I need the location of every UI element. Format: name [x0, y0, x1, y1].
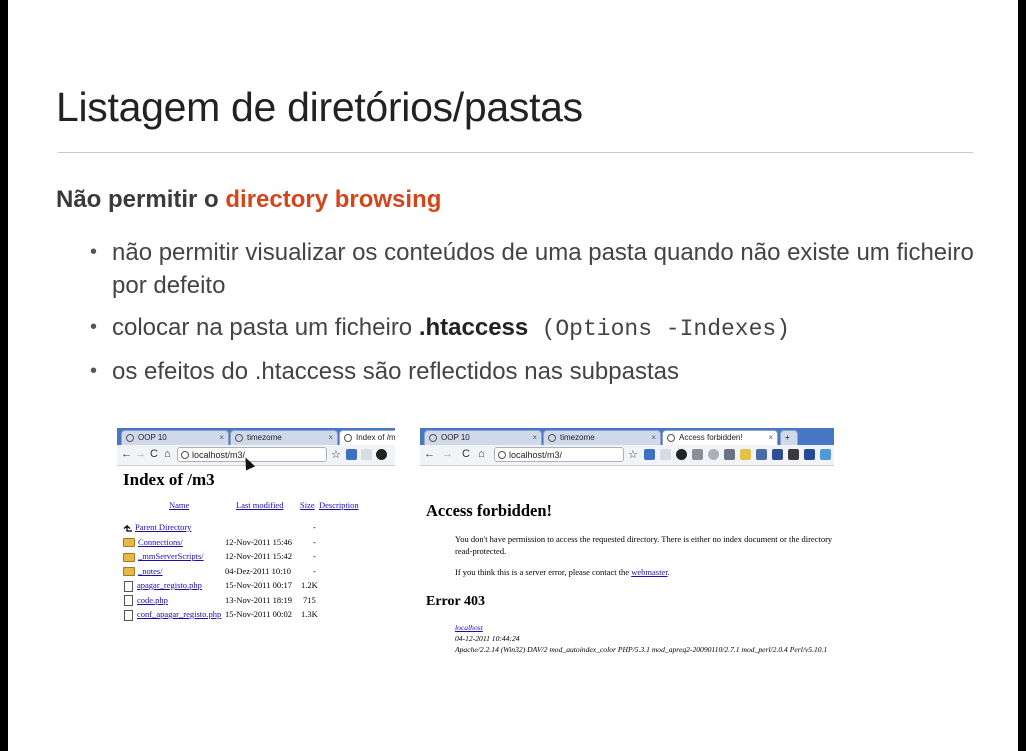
tab-strip: OOP 10× timezome× Index of /m3 [117, 428, 395, 445]
folder-icon [123, 567, 135, 577]
extension-icon[interactable] [660, 449, 671, 460]
size-column-link[interactable]: Size [300, 500, 315, 510]
htaccess-term: .htaccess [418, 314, 529, 341]
globe-icon [548, 434, 556, 442]
extension-icon[interactable] [820, 449, 831, 460]
last-modified-column-link[interactable]: Last modified [236, 500, 283, 510]
contact-message: If you think this is a server error, ple… [455, 567, 670, 577]
reload-icon[interactable]: C [150, 448, 158, 460]
globe-icon [235, 434, 243, 442]
close-icon[interactable]: × [219, 431, 224, 445]
file-link[interactable]: conf_apagar_registo.php [137, 609, 221, 619]
file-link[interactable]: code.php [137, 595, 168, 605]
star-icon[interactable]: ☆ [331, 448, 341, 461]
forward-icon[interactable]: → [442, 448, 453, 460]
tab-oop10[interactable]: OOP 10 × [424, 430, 542, 445]
file-link[interactable]: Parent Directory [135, 522, 191, 532]
extension-icon[interactable] [724, 449, 735, 460]
extension-icon[interactable] [788, 449, 799, 460]
back-icon[interactable]: ← [121, 448, 132, 460]
error-timestamp: 04-12-2011 10:44:24 [455, 634, 520, 644]
globe-icon [498, 451, 506, 459]
bullet-text: colocar na pasta um ficheiro [112, 314, 419, 341]
new-tab-button[interactable]: + [780, 430, 798, 445]
name-column-link[interactable]: Name [169, 500, 189, 510]
slide-subtitle: Não permitir o directory browsing [56, 186, 441, 214]
permission-message: You don't have permission to access the … [455, 534, 834, 556]
description-column-link[interactable]: Description [319, 500, 359, 510]
extension-icon[interactable] [804, 449, 815, 460]
extension-icon[interactable] [756, 449, 767, 460]
back-icon[interactable]: ← [424, 448, 435, 460]
webmaster-link[interactable]: webmaster [631, 567, 667, 577]
close-icon[interactable]: × [532, 431, 537, 445]
folder-icon [123, 552, 135, 562]
home-icon[interactable]: ⌂ [164, 448, 171, 460]
tab-oop10[interactable]: OOP 10 × [121, 430, 229, 445]
extension-icon[interactable] [708, 449, 719, 460]
localhost-link[interactable]: localhost [455, 623, 483, 632]
file-link[interactable]: _notes/ [138, 566, 163, 576]
slide: Listagem de diretórios/pastas Não permit… [8, 0, 1018, 751]
file-link[interactable]: apagar_registo.php [137, 580, 202, 590]
globe-icon [181, 451, 189, 459]
forbidden-heading: Access forbidden! [426, 501, 553, 520]
bullet-text: não permitir visualizar os conteúdos de … [112, 239, 974, 299]
options-code: (Options -Indexes) [541, 316, 791, 342]
subtitle-accent: directory browsing [225, 186, 442, 213]
index-browser-screenshot: OOP 10× timezome× Index of /m3 ← → C ⌂ l… [117, 428, 395, 626]
bullet-text: os efeitos do .htaccess são reflectidos … [112, 358, 679, 385]
index-heading: Index of /m3 [123, 470, 215, 489]
tab-access-forbidden[interactable]: Access forbidden! × [662, 430, 778, 445]
extension-icon[interactable] [361, 449, 372, 460]
extension-icon[interactable] [676, 449, 687, 460]
file-icon [124, 609, 133, 621]
file-link[interactable]: Connections/ [138, 537, 183, 547]
bullet-list: não permitir visualizar os conteúdos de … [90, 236, 980, 397]
close-icon[interactable]: × [328, 431, 333, 445]
close-icon[interactable]: × [768, 431, 773, 445]
slide-title: Listagem de diretórios/pastas [56, 84, 583, 130]
extension-icon[interactable] [772, 449, 783, 460]
bullet-item: os efeitos do .htaccess são reflectidos … [90, 355, 980, 388]
address-bar[interactable]: localhost/m3/ [494, 447, 624, 462]
title-divider [58, 152, 973, 153]
extension-icon[interactable] [376, 449, 387, 460]
browser-toolbar: ← → C ⌂ localhost/m3/ ☆ [117, 445, 395, 466]
forward-icon[interactable]: → [135, 448, 146, 460]
tab-timezone[interactable]: timezome × [230, 430, 338, 445]
subtitle-prefix: Não permitir o [56, 186, 226, 213]
close-icon[interactable]: × [651, 431, 656, 445]
tab-timezone[interactable]: timezome × [543, 430, 661, 445]
tab-strip: OOP 10 × timezome × Access forbidden! × + [420, 428, 834, 445]
bullet-item: não permitir visualizar os conteúdos de … [90, 236, 980, 302]
globe-icon [344, 434, 352, 442]
tab-index[interactable]: Index of /m3 [339, 430, 395, 445]
server-signature: Apache/2.2.14 (Win32) DAV/2 mod_autoinde… [455, 645, 828, 655]
server-footer: localhost 04-12-2011 10:44:24 Apache/2.2… [455, 622, 834, 656]
extension-icon[interactable] [644, 449, 655, 460]
globe-icon [667, 434, 675, 442]
extension-icon[interactable] [692, 449, 703, 460]
file-icon [124, 595, 133, 607]
extension-icon[interactable] [346, 449, 357, 460]
extension-icon[interactable] [740, 449, 751, 460]
star-icon[interactable]: ☆ [628, 448, 638, 461]
file-icon [124, 580, 133, 592]
globe-icon [429, 434, 437, 442]
home-icon[interactable]: ⌂ [478, 448, 485, 460]
browser-toolbar: ← → C ⌂ localhost/m3/ ☆ [420, 445, 834, 466]
bullet-item: colocar na pasta um ficheiro .htaccess (… [90, 311, 980, 346]
file-link[interactable]: _mmServerScripts/ [138, 551, 204, 561]
reload-icon[interactable]: C [462, 448, 470, 460]
error-code-heading: Error 403 [426, 594, 485, 609]
parent-icon [123, 524, 132, 532]
folder-icon [123, 538, 135, 548]
forbidden-browser-screenshot: OOP 10 × timezome × Access forbidden! × + ←… [420, 428, 834, 664]
globe-icon [126, 434, 134, 442]
